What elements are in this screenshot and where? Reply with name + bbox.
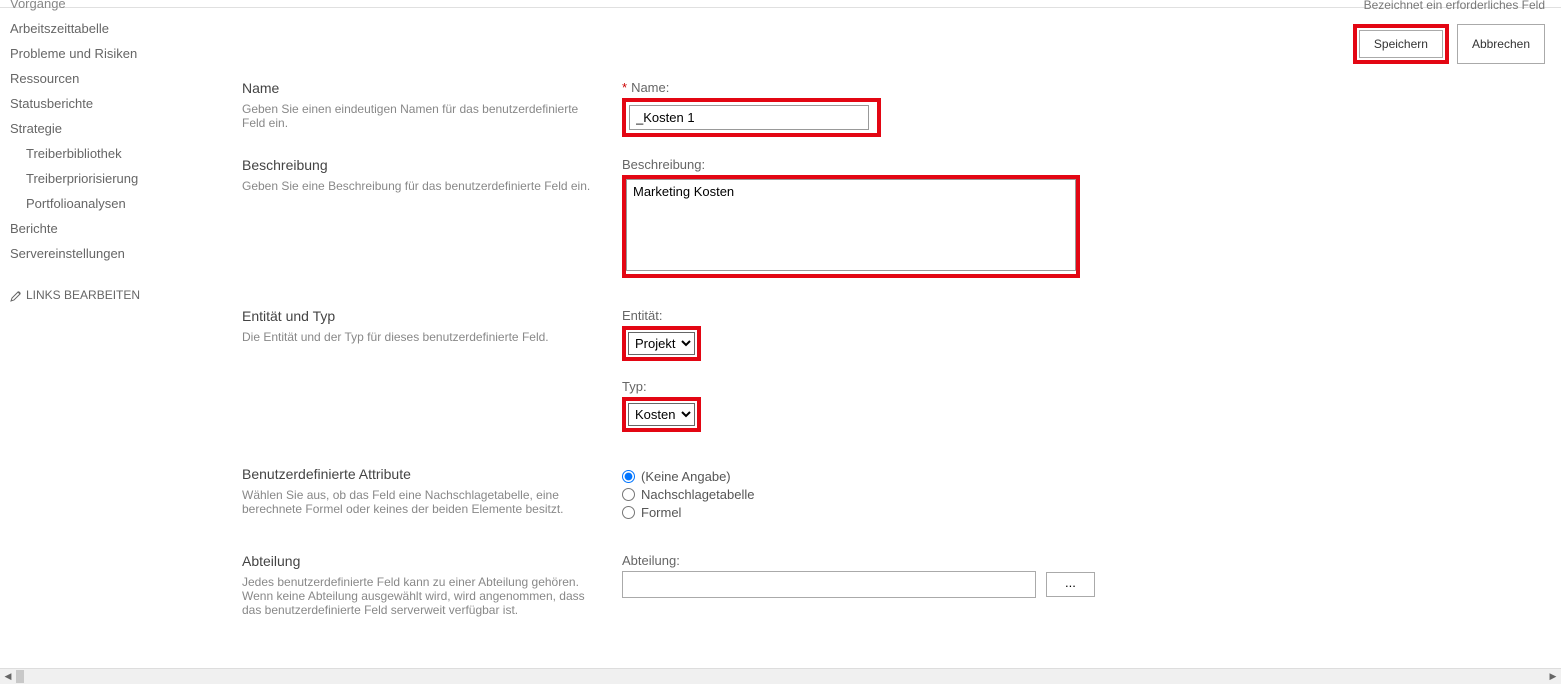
attr-radio-none-row[interactable]: (Keine Angabe) bbox=[622, 469, 1545, 484]
entitaet-field-label: Entität: bbox=[622, 308, 1545, 323]
section-name-desc: Geben Sie einen eindeutigen Namen für da… bbox=[242, 102, 602, 130]
entitaet-select[interactable]: Projekt bbox=[628, 332, 695, 355]
sidebar-item-vorgaenge[interactable]: Vorgänge bbox=[8, 0, 208, 16]
sidebar-item-berichte[interactable]: Berichte bbox=[8, 216, 208, 241]
section-name: Name Geben Sie einen eindeutigen Namen f… bbox=[242, 80, 1545, 137]
form-content: Name Geben Sie einen eindeutigen Namen f… bbox=[242, 80, 1545, 637]
attr-radio-none-label: (Keine Angabe) bbox=[641, 469, 731, 484]
section-attribute-desc: Wählen Sie aus, ob das Feld eine Nachsch… bbox=[242, 488, 602, 516]
attr-radio-none[interactable] bbox=[622, 470, 635, 483]
horizontal-scrollbar[interactable]: ◀ ▶ bbox=[0, 668, 1561, 684]
sidebar-item-probleme[interactable]: Probleme und Risiken bbox=[8, 41, 208, 66]
section-attribute-title: Benutzerdefinierte Attribute bbox=[242, 466, 602, 482]
attr-radio-formula-row[interactable]: Formel bbox=[622, 505, 1545, 520]
scroll-right-arrow-icon[interactable]: ▶ bbox=[1545, 669, 1561, 684]
section-abteilung-desc: Jedes benutzerdefinierte Feld kann zu ei… bbox=[242, 575, 602, 617]
sidebar-item-treiberbib[interactable]: Treiberbibliothek bbox=[8, 141, 208, 166]
save-button[interactable]: Speichern bbox=[1359, 30, 1443, 58]
beschreibung-field-label: Beschreibung: bbox=[622, 157, 1545, 172]
attr-radio-lookup-label: Nachschlagetabelle bbox=[641, 487, 754, 502]
abteilung-browse-button[interactable]: ... bbox=[1046, 572, 1095, 597]
section-entitaet-title: Entität und Typ bbox=[242, 308, 602, 324]
attr-radio-formula[interactable] bbox=[622, 506, 635, 519]
sidebar-item-statusberichte[interactable]: Statusberichte bbox=[8, 91, 208, 116]
section-beschreibung-title: Beschreibung bbox=[242, 157, 602, 173]
sidebar-nav: Vorgänge Arbeitszeittabelle Probleme und… bbox=[8, 0, 208, 306]
sidebar-item-ressourcen[interactable]: Ressourcen bbox=[8, 66, 208, 91]
section-beschreibung: Beschreibung Geben Sie eine Beschreibung… bbox=[242, 157, 1545, 278]
sidebar-item-servereinst[interactable]: Servereinstellungen bbox=[8, 241, 208, 266]
section-beschreibung-desc: Geben Sie eine Beschreibung für das benu… bbox=[242, 179, 602, 193]
sidebar-item-arbeitszeit[interactable]: Arbeitszeittabelle bbox=[8, 16, 208, 41]
section-entitaet: Entität und Typ Die Entität und der Typ … bbox=[242, 308, 1545, 432]
sidebar-item-portfolio[interactable]: Portfolioanalysen bbox=[8, 191, 208, 216]
attr-radio-lookup-row[interactable]: Nachschlagetabelle bbox=[622, 487, 1545, 502]
abteilung-input[interactable] bbox=[622, 571, 1036, 598]
scroll-thumb[interactable] bbox=[16, 670, 24, 683]
section-name-title: Name bbox=[242, 80, 602, 96]
cancel-button[interactable]: Abbrechen bbox=[1457, 24, 1545, 64]
pencil-icon bbox=[10, 290, 22, 302]
section-abteilung: Abteilung Jedes benutzerdefinierte Feld … bbox=[242, 553, 1545, 617]
attr-radio-lookup[interactable] bbox=[622, 488, 635, 501]
edit-links-button[interactable]: LINKS BEARBEITEN bbox=[8, 284, 208, 306]
sidebar-item-strategie[interactable]: Strategie bbox=[8, 116, 208, 141]
edit-links-label: LINKS BEARBEITEN bbox=[26, 288, 140, 302]
attr-radio-formula-label: Formel bbox=[641, 505, 681, 520]
required-field-note: Bezeichnet ein erforderliches Feld bbox=[1353, 0, 1545, 12]
typ-select[interactable]: Kosten bbox=[628, 403, 695, 426]
sidebar-item-treiberprio[interactable]: Treiberpriorisierung bbox=[8, 166, 208, 191]
section-entitaet-desc: Die Entität und der Typ für dieses benut… bbox=[242, 330, 602, 344]
scroll-left-arrow-icon[interactable]: ◀ bbox=[0, 669, 16, 684]
typ-field-label: Typ: bbox=[622, 379, 1545, 394]
name-field-label: *Name: bbox=[622, 80, 1545, 95]
beschreibung-textarea[interactable] bbox=[626, 179, 1076, 271]
top-right-area: Bezeichnet ein erforderliches Feld Speic… bbox=[1353, 0, 1545, 64]
abteilung-field-label: Abteilung: bbox=[622, 553, 1545, 568]
required-star-icon: * bbox=[622, 80, 627, 95]
section-abteilung-title: Abteilung bbox=[242, 553, 602, 569]
section-attribute: Benutzerdefinierte Attribute Wählen Sie … bbox=[242, 466, 1545, 523]
top-border bbox=[0, 0, 1561, 8]
name-input[interactable] bbox=[629, 105, 869, 130]
